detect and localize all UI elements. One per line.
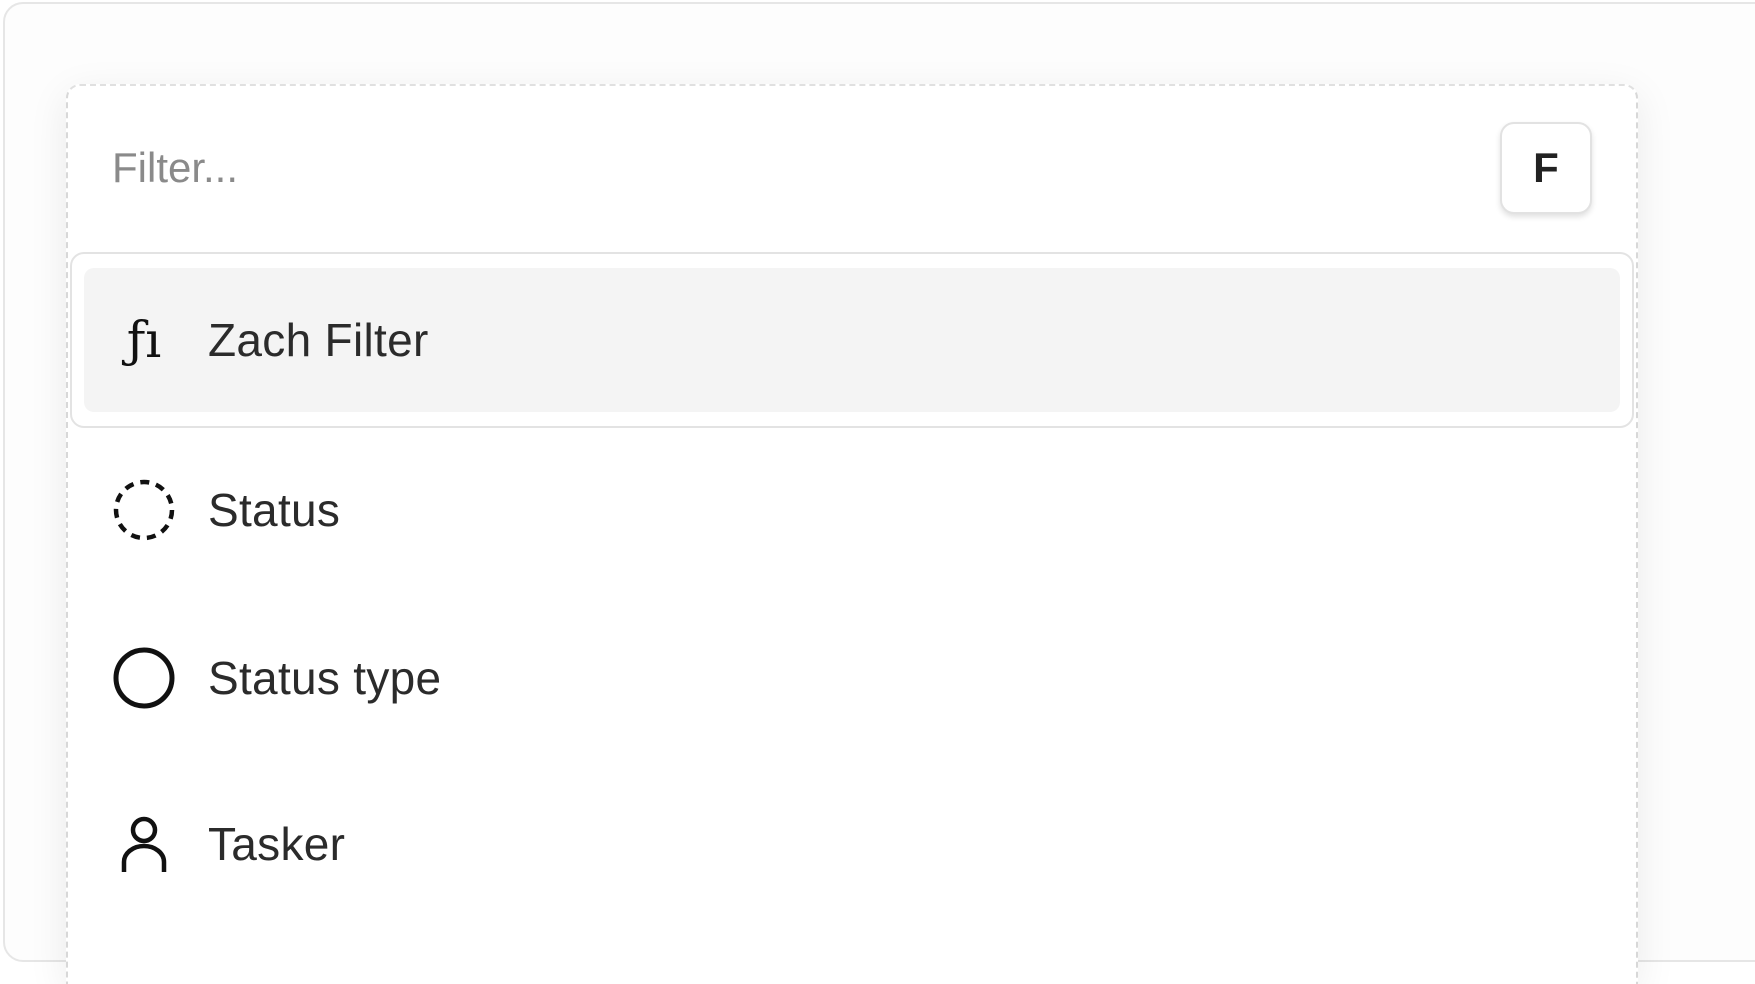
filter-option-status-type[interactable]: Status type (84, 606, 1620, 750)
circle-icon (112, 646, 176, 710)
filter-option-status[interactable]: Status (84, 438, 1620, 582)
filter-dropdown-menu: F ƒı Zach Filter Status Status ty (66, 84, 1638, 984)
filter-option-tasker[interactable]: Tasker (84, 772, 1620, 916)
dashed-circle-icon (112, 478, 176, 542)
keyboard-shortcut-badge: F (1500, 122, 1592, 214)
filter-option-label: Tasker (208, 818, 346, 870)
user-icon (112, 812, 176, 876)
function-icon: ƒı (126, 311, 162, 369)
filter-search-input[interactable] (112, 138, 1312, 198)
filter-option-label: Zach Filter (208, 314, 429, 366)
filter-search-row: F (68, 86, 1636, 252)
filter-option-zach-filter[interactable]: ƒı Zach Filter (84, 268, 1620, 412)
filter-option-label: Status type (208, 652, 442, 704)
filter-option-label: Status (208, 484, 341, 536)
